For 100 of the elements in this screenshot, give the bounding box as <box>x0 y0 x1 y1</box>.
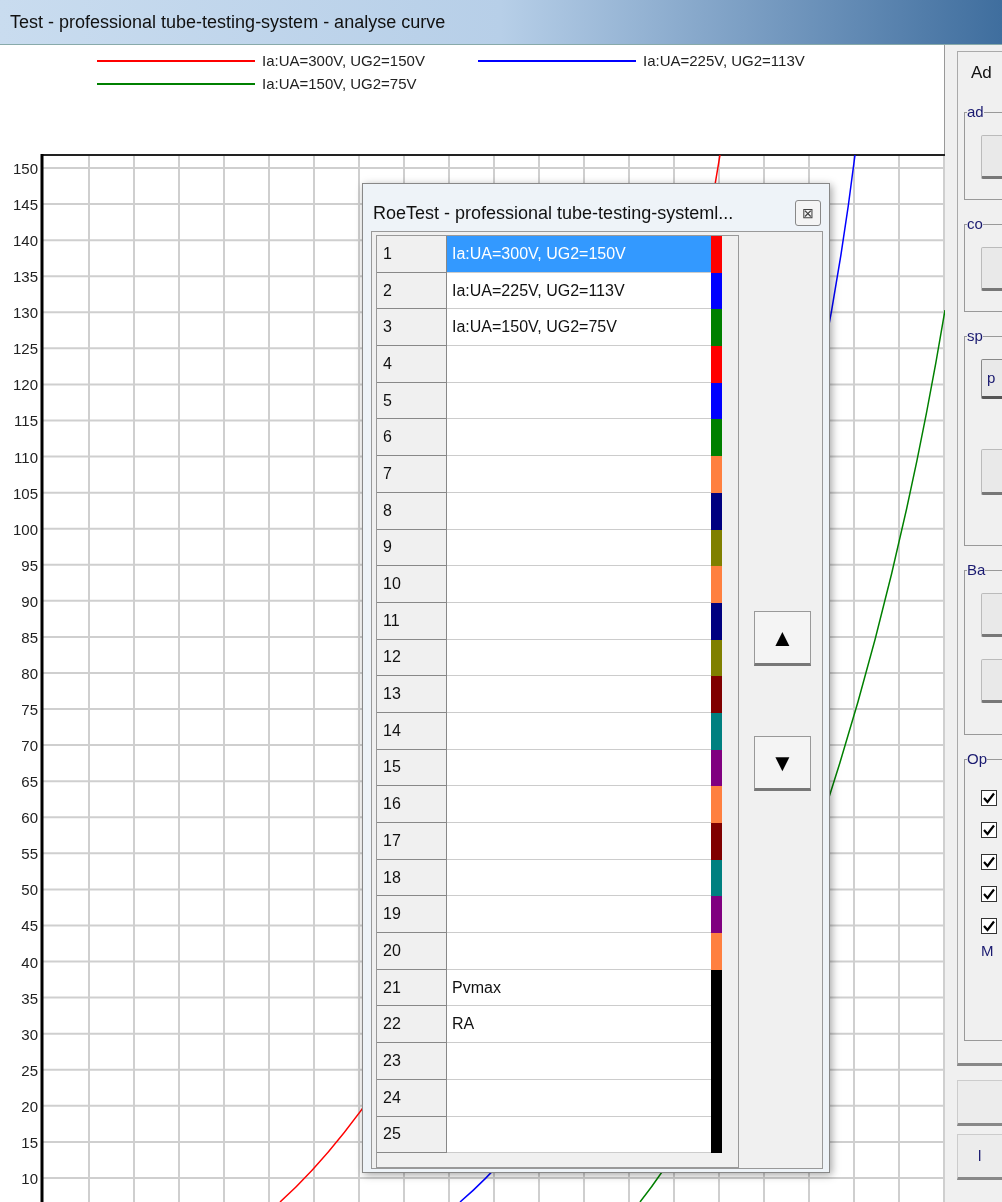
row-number-cell: 3 <box>377 309 447 347</box>
curve-name-cell[interactable] <box>447 456 711 493</box>
window-title: Test - professional tube-testing-system - analyse curve <box>10 10 446 34</box>
checkbox[interactable] <box>981 822 997 838</box>
curve-name-cell[interactable] <box>447 896 711 934</box>
curve-name-cell[interactable]: Ia:UA=225V, UG2=113V <box>447 272 711 310</box>
axis-label: 145 <box>12 196 38 214</box>
curve-name-cell[interactable] <box>447 492 711 530</box>
row-number-cell: 22 <box>377 1006 447 1044</box>
row-number-cell: 1 <box>377 236 447 273</box>
dialog-title: RoeTest - professional tube-testing-systeml... <box>373 201 734 225</box>
row-number-cell: 24 <box>377 1079 447 1117</box>
row-number-cell: 15 <box>377 749 447 787</box>
row-number-cell: 7 <box>377 456 447 493</box>
axis-label: 30 <box>21 1025 38 1043</box>
curve-name-cell[interactable] <box>447 419 711 457</box>
curve-name-cell[interactable] <box>447 749 711 787</box>
row-number-cell: 2 <box>377 272 447 310</box>
curve-name-cell[interactable] <box>447 859 711 897</box>
curve-name-cell[interactable] <box>447 933 711 970</box>
axis-label: 120 <box>12 376 38 394</box>
axis-label: 65 <box>21 773 38 791</box>
axis-label: 85 <box>21 628 38 646</box>
axis-label: 45 <box>21 917 38 935</box>
axis-label: 80 <box>21 665 38 682</box>
curve-name-cell[interactable] <box>447 786 711 823</box>
row-number-cell: 16 <box>377 786 447 823</box>
curve-name-cell[interactable] <box>447 529 711 567</box>
axis-label: 20 <box>21 1097 38 1115</box>
dropdown-field[interactable]: p <box>981 359 1002 399</box>
axis-label: 60 <box>21 809 38 827</box>
axis-label: 90 <box>21 592 38 610</box>
move-down-button[interactable]: ▼ <box>754 736 811 791</box>
axis-label: 130 <box>12 304 38 322</box>
row-number-cell: 13 <box>377 676 447 713</box>
checkbox[interactable] <box>981 854 997 870</box>
check-icon <box>983 856 995 868</box>
row-number-cell: 17 <box>377 823 447 860</box>
axis-label: 75 <box>21 701 38 719</box>
check-icon <box>983 792 995 804</box>
axis-label: 40 <box>21 953 38 971</box>
row-number-cell: 19 <box>377 896 447 934</box>
axis-label: 70 <box>21 737 38 755</box>
row-number-cell: 20 <box>377 933 447 970</box>
row-number-cell: 14 <box>377 712 447 750</box>
panel-title: Ad <box>971 62 993 84</box>
axis-label: 115 <box>14 412 38 430</box>
checkbox[interactable] <box>981 918 997 934</box>
axis-label: 55 <box>21 845 38 863</box>
move-up-button[interactable]: ▲ <box>754 611 811 666</box>
row-number-cell: 6 <box>377 419 447 457</box>
axis-label: 95 <box>21 556 38 574</box>
option-label: M <box>981 942 995 960</box>
row-number-cell: 4 <box>377 346 447 383</box>
axis-label: 125 <box>12 340 38 358</box>
curve-name-cell[interactable] <box>447 712 711 750</box>
row-number-cell: 11 <box>377 602 447 640</box>
legend-label: Ia:UA=300V, UG2=150V <box>262 51 425 71</box>
curve-name-cell[interactable] <box>447 823 711 860</box>
curve-name-cell[interactable] <box>447 676 711 713</box>
axis-label: 135 <box>12 268 38 286</box>
axis-label: 35 <box>21 989 38 1007</box>
axis-label: 150 <box>12 160 38 177</box>
curve-name-cell[interactable] <box>447 1116 711 1154</box>
row-number-cell: 12 <box>377 639 447 677</box>
curve-name-cell[interactable]: RA <box>447 1006 711 1044</box>
axis-label: 25 <box>21 1061 38 1079</box>
panel-button[interactable]: l <box>957 1134 1002 1180</box>
curve-name-cell[interactable] <box>447 1043 711 1080</box>
row-number-cell: 23 <box>377 1043 447 1080</box>
curve-name-cell[interactable] <box>447 639 711 677</box>
close-button[interactable]: ⊠ <box>795 200 821 226</box>
row-number-cell: 18 <box>377 859 447 897</box>
axis-label: 110 <box>14 448 38 466</box>
row-number-cell: 9 <box>377 529 447 567</box>
curve-name-cell[interactable] <box>447 602 711 640</box>
curve-name-cell[interactable] <box>447 382 711 420</box>
check-icon <box>983 888 995 900</box>
axis-label: 100 <box>12 520 38 538</box>
check-icon <box>983 824 995 836</box>
row-number-cell: 10 <box>377 566 447 603</box>
curve-name-cell[interactable] <box>447 566 711 603</box>
curve-name-cell[interactable]: Pvmax <box>447 969 711 1007</box>
checkbox[interactable] <box>981 790 997 806</box>
axis-label: 10 <box>21 1169 38 1187</box>
legend-label: Ia:UA=225V, UG2=113V <box>643 51 805 71</box>
row-number-cell: 21 <box>377 969 447 1007</box>
curve-name-cell[interactable] <box>447 346 711 383</box>
legend-label: Ia:UA=150V, UG2=75V <box>262 74 417 94</box>
row-number-cell: 8 <box>377 492 447 530</box>
axis-label: 140 <box>12 232 38 250</box>
axis-label: 15 <box>21 1133 38 1151</box>
check-icon <box>983 920 995 932</box>
row-number-cell: 5 <box>377 382 447 420</box>
curve-name-cell[interactable]: Ia:UA=150V, UG2=75V <box>447 309 711 347</box>
axis-label: 105 <box>12 484 38 502</box>
curve-name-cell[interactable] <box>447 1079 711 1117</box>
checkbox[interactable] <box>981 886 997 902</box>
axis-label: 50 <box>21 881 38 899</box>
row-number-cell: 25 <box>377 1116 447 1154</box>
